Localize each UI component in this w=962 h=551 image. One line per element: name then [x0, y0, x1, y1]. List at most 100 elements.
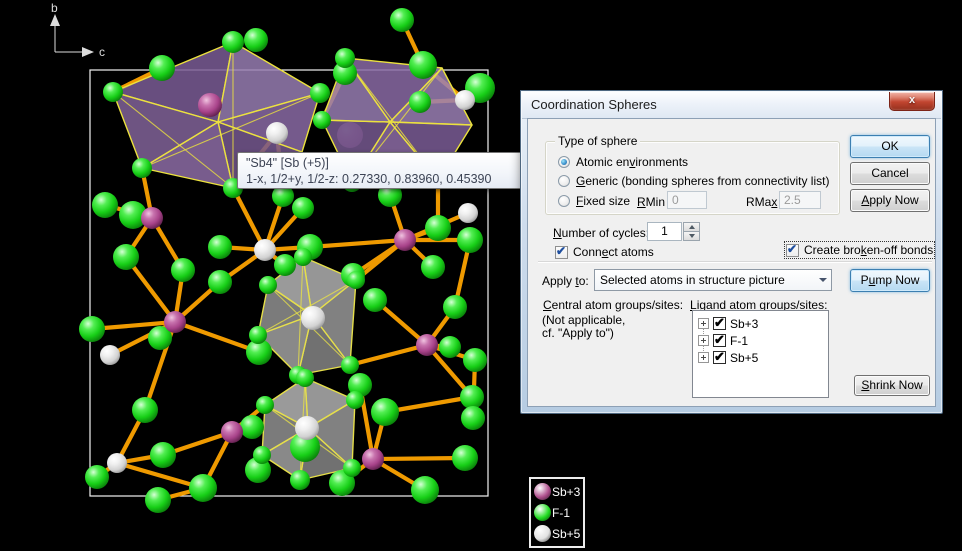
tree-checkbox[interactable]: ✔ — [713, 351, 726, 364]
atom-f[interactable] — [253, 446, 271, 464]
atom-f[interactable] — [341, 356, 359, 374]
atom-f[interactable] — [208, 270, 232, 294]
apply-to-select[interactable]: Selected atoms in structure picture — [594, 269, 832, 291]
atom-f[interactable] — [335, 48, 355, 68]
atom-f[interactable] — [409, 51, 437, 79]
atom-f[interactable] — [113, 244, 139, 270]
atom-f[interactable] — [259, 276, 277, 294]
radio-atomic-environments[interactable]: Atomic environments — [558, 155, 688, 169]
atom-f[interactable] — [145, 487, 171, 513]
atom-f[interactable] — [346, 391, 364, 409]
atom-f[interactable] — [79, 316, 105, 342]
atom-f[interactable] — [463, 348, 487, 372]
atom-f[interactable] — [249, 326, 267, 344]
atom-f[interactable] — [290, 470, 310, 490]
atom-sb5[interactable] — [266, 122, 288, 144]
rmax-field[interactable]: 2.5 — [779, 191, 821, 209]
atom-f[interactable] — [208, 235, 232, 259]
atom-f[interactable] — [222, 31, 244, 53]
spinner-down-button[interactable] — [683, 232, 700, 241]
atom-sb5[interactable] — [455, 90, 475, 110]
atom-f[interactable] — [294, 248, 312, 266]
atom-f[interactable] — [425, 215, 451, 241]
atom-sb5[interactable] — [301, 306, 325, 330]
atom-f[interactable] — [439, 336, 461, 358]
atom-sb5[interactable] — [458, 203, 478, 223]
cycles-spinner[interactable] — [683, 222, 700, 241]
apply-now-button[interactable]: Apply Now — [850, 189, 930, 212]
shrink-now-button[interactable]: Shrink Now — [854, 375, 930, 396]
atom-f[interactable] — [132, 158, 152, 178]
atom-f[interactable] — [343, 459, 361, 477]
atom-f[interactable] — [92, 192, 118, 218]
atom-f[interactable] — [171, 258, 195, 282]
atom-sb3[interactable] — [198, 93, 222, 117]
tree-item-sb5[interactable]: ✔ Sb+5 — [693, 349, 828, 366]
rmin-field[interactable]: 0 — [667, 191, 707, 209]
atom-f[interactable] — [256, 396, 274, 414]
atom-sb5[interactable] — [100, 345, 120, 365]
atom-sb5[interactable] — [107, 453, 127, 473]
ok-button[interactable]: OK — [850, 135, 930, 158]
atom-f[interactable] — [347, 271, 365, 289]
dialog-titlebar[interactable]: Coordination Spheres — [522, 92, 941, 119]
atom-f[interactable] — [452, 445, 478, 471]
atom-f[interactable] — [189, 474, 217, 502]
atom-sb3[interactable] — [416, 334, 438, 356]
radio-label: Generic (bonding spheres from connectivi… — [576, 174, 829, 188]
create-broken-off-bonds-checkbox[interactable]: ✔ Create broken-off bonds — [786, 243, 933, 257]
bond — [350, 345, 427, 365]
combo-arrow-button[interactable] — [814, 270, 831, 290]
atom-f[interactable] — [149, 55, 175, 81]
atom-f[interactable] — [411, 476, 439, 504]
atom-f[interactable] — [371, 398, 399, 426]
atom-f[interactable] — [457, 227, 483, 253]
atom-f[interactable] — [313, 111, 331, 129]
tree-checkbox[interactable]: ✔ — [713, 334, 726, 347]
atom-f[interactable] — [292, 197, 314, 219]
tree-item-f1[interactable]: ✔ F-1 — [693, 332, 828, 349]
atom-f[interactable] — [409, 91, 431, 113]
atom-f[interactable] — [443, 295, 467, 319]
pump-now-button[interactable]: Pump Now — [850, 269, 930, 292]
atom-f[interactable] — [274, 254, 296, 276]
atom-f[interactable] — [461, 406, 485, 430]
atom-f[interactable] — [132, 397, 158, 423]
atom-f[interactable] — [363, 288, 387, 312]
atom-f[interactable] — [240, 415, 264, 439]
tree-item-sb3[interactable]: ✔ Sb+3 — [693, 315, 828, 332]
tree-item-label: Sb+5 — [730, 351, 758, 365]
atom-f[interactable] — [460, 385, 484, 409]
type-of-sphere-groupbox: Type of sphere Atomic environments Gener… — [545, 141, 840, 215]
atom-sb5[interactable] — [254, 239, 276, 261]
tooltip-atom-coords: 1-x, 1/2+y, 1/2-z: 0.27330, 0.83960, 0.4… — [246, 171, 528, 187]
atom-f[interactable] — [421, 255, 445, 279]
atom-sb3[interactable] — [362, 448, 384, 470]
atom-sb3[interactable] — [164, 311, 186, 333]
atom-f[interactable] — [296, 369, 314, 387]
atom-sb3[interactable] — [221, 421, 243, 443]
sb3-sphere-icon — [534, 483, 551, 500]
close-icon: x — [909, 94, 915, 106]
cancel-button[interactable]: Cancel — [850, 162, 930, 185]
axis-indicator: bc — [50, 1, 105, 59]
atom-f[interactable] — [85, 465, 109, 489]
atom-f[interactable] — [103, 82, 123, 102]
atom-sb3[interactable] — [141, 207, 163, 229]
atom-tooltip: "Sb4" [Sb (+5)] 1-x, 1/2+y, 1/2-z: 0.273… — [237, 152, 537, 189]
atom-f[interactable] — [244, 28, 268, 52]
ligand-tree[interactable]: ✔ Sb+3 ✔ F-1 ✔ Sb+5 — [692, 310, 829, 398]
atom-sb5[interactable] — [295, 416, 319, 440]
atom-sb3[interactable] — [394, 229, 416, 251]
tree-checkbox[interactable]: ✔ — [713, 317, 726, 330]
spinner-up-button[interactable] — [683, 222, 700, 232]
number-of-cycles-input[interactable]: 1 — [647, 222, 682, 241]
atom-f[interactable] — [390, 8, 414, 32]
atom-f[interactable] — [150, 442, 176, 468]
close-button[interactable]: x — [889, 92, 935, 111]
atom-f[interactable] — [310, 83, 330, 103]
connect-atoms-checkbox[interactable]: ✔ Connect atoms — [555, 245, 654, 259]
expand-icon[interactable] — [698, 352, 709, 363]
radio-fixed-size[interactable]: Fixed size — [558, 194, 630, 208]
radio-generic[interactable]: Generic (bonding spheres from connectivi… — [558, 174, 829, 188]
